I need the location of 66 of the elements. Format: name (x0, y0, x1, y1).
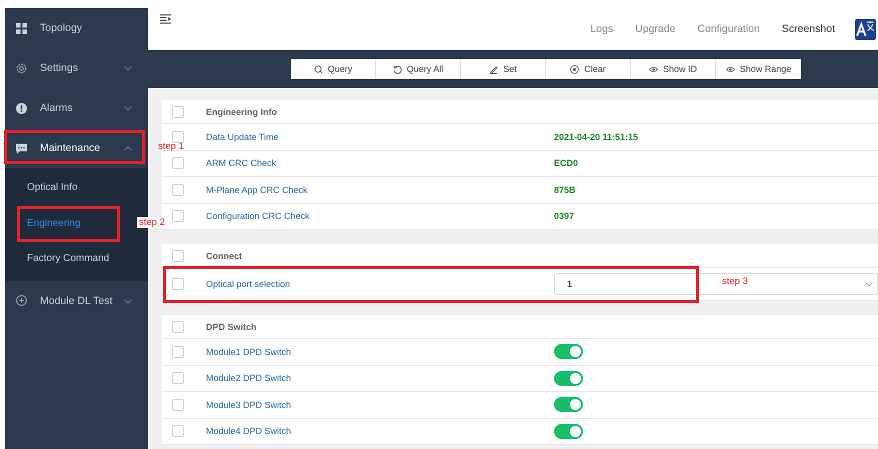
sidebar-item[interactable]: Settings (5, 48, 148, 88)
toggle-switch[interactable] (554, 397, 583, 412)
step-label: step 3 (722, 276, 748, 287)
sidebar-item[interactable]: Alarms (5, 88, 148, 128)
parameter-value: 0397 (554, 211, 574, 222)
chevron-down-icon (124, 106, 132, 111)
grid-icon (16, 22, 27, 34)
header-link[interactable]: Logs (579, 23, 624, 35)
submenu-item[interactable]: Optical Info (5, 170, 133, 206)
parameter-label: Module2 DPD Switch (206, 373, 292, 384)
pen-icon (489, 64, 498, 74)
sidebar-item[interactable]: Topology (5, 8, 148, 48)
toggle-switch[interactable] (554, 370, 583, 386)
section-title: DPD Switch (206, 322, 257, 332)
sidebar-item[interactable]: Module DL Test (5, 280, 148, 320)
parameter-label: Module1 DPD Switch (206, 346, 292, 357)
section-title: Engineering Info (206, 106, 277, 116)
alert-icon (16, 102, 27, 114)
refresh-icon (392, 64, 402, 74)
eye-icon (648, 64, 658, 74)
parameter-label: ARM CRC Check (206, 158, 278, 168)
checkbox[interactable] (172, 320, 184, 332)
checkbox[interactable] (172, 184, 184, 196)
toggle-switch[interactable] (554, 424, 583, 439)
submenu-item[interactable]: Factory Command (5, 241, 133, 276)
submenu-item[interactable]: Engineering (5, 206, 133, 241)
gear-icon (16, 62, 27, 74)
sidebar-item[interactable]: Maintenance (5, 128, 148, 168)
checkbox[interactable] (172, 210, 184, 222)
parameter-label: Configuration CRC Check (206, 211, 311, 222)
checkbox[interactable] (172, 157, 184, 170)
parameter-label: Module3 DPD Switch (206, 400, 292, 410)
step-label: step 2 (137, 216, 167, 228)
toolbar-button[interactable]: Query (291, 59, 376, 79)
parameter-label: Module4 DPD Switch (206, 426, 292, 436)
parameter-value: 2021-04-20 11:51:15 (554, 132, 638, 142)
parameter-value: ECD0 (554, 158, 578, 168)
chevron-down-icon (124, 66, 132, 71)
menu-icon[interactable] (160, 14, 171, 24)
clear-icon (570, 64, 580, 74)
toggle-switch[interactable] (554, 344, 583, 360)
section-title: Connect (206, 250, 242, 260)
parameter-label: Data Update Time (206, 132, 280, 142)
parameter-value: 875B (554, 184, 576, 195)
checkbox[interactable] (172, 278, 184, 290)
parameter-label: Optical port selection (206, 279, 292, 289)
add-circle-icon (16, 295, 27, 306)
checkbox[interactable] (172, 106, 184, 118)
chat-icon (16, 142, 27, 154)
checkbox[interactable] (172, 398, 184, 411)
chevron-down-icon (865, 282, 873, 286)
translate-icon[interactable] (855, 18, 876, 40)
checkbox[interactable] (172, 372, 184, 384)
header-link[interactable]: Screenshot (770, 23, 855, 35)
checkbox[interactable] (172, 425, 184, 438)
header-link[interactable]: Configuration (686, 23, 771, 35)
search-icon (314, 64, 323, 74)
checkbox[interactable] (172, 346, 184, 358)
eye-icon (726, 64, 735, 74)
chevron-down-icon (124, 298, 132, 304)
step-label: step 1 (158, 141, 184, 152)
checkbox[interactable] (172, 130, 184, 143)
chevron-up-icon (124, 146, 132, 151)
checkbox[interactable] (172, 250, 184, 262)
parameter-label: M-Plane App CRC Check (206, 184, 309, 195)
header-link[interactable]: Upgrade (624, 23, 686, 35)
